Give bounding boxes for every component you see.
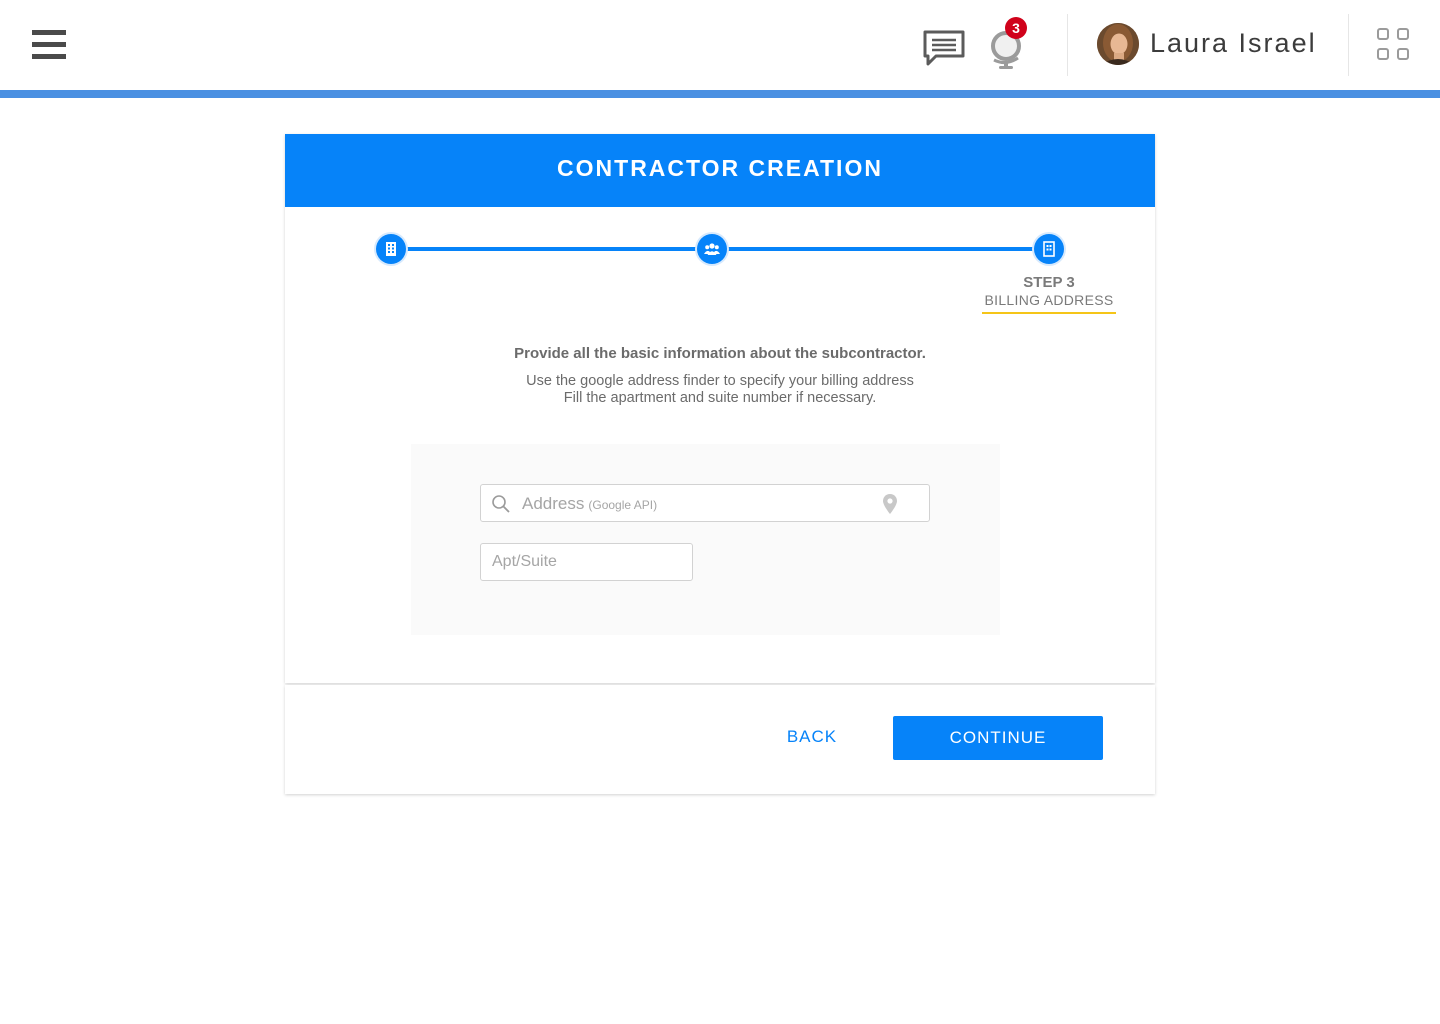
intro-title: Provide all the basic information about … bbox=[514, 345, 926, 362]
address-placeholder-hint: (Google API) bbox=[588, 498, 658, 512]
apt-suite-placeholder: Apt/Suite bbox=[492, 553, 557, 570]
stepper-line bbox=[711, 247, 1049, 251]
continue-button[interactable]: CONTINUE bbox=[893, 716, 1103, 760]
step-1-building-icon[interactable] bbox=[376, 234, 406, 264]
hamburger-menu-icon[interactable] bbox=[32, 30, 66, 60]
header-divider bbox=[1067, 14, 1068, 76]
search-icon bbox=[492, 495, 510, 513]
header-divider bbox=[1348, 14, 1349, 76]
wizard-footer: BACK CONTINUE bbox=[285, 685, 1155, 794]
intro-line: Use the google address finder to specify… bbox=[526, 373, 914, 389]
address-placeholder-text: Address bbox=[522, 494, 585, 513]
apps-grid-icon[interactable] bbox=[1377, 28, 1413, 64]
avatar[interactable] bbox=[1097, 23, 1139, 65]
top-bar-accent bbox=[0, 90, 1440, 98]
current-step-label: STEP 3 BILLING ADDRESS bbox=[965, 274, 1133, 308]
address-placeholder: Address (Google API) bbox=[522, 494, 657, 514]
back-button[interactable]: BACK bbox=[767, 715, 857, 759]
step-name: BILLING ADDRESS bbox=[984, 292, 1114, 308]
step-3-document-icon[interactable] bbox=[1034, 234, 1064, 264]
location-pin-icon[interactable] bbox=[882, 493, 898, 515]
step-number: STEP 3 bbox=[1023, 274, 1075, 291]
top-bar: 3 Laura Israel bbox=[0, 0, 1440, 90]
step-underline bbox=[982, 312, 1116, 314]
step-2-users-icon[interactable] bbox=[697, 234, 727, 264]
user-name[interactable]: Laura Israel bbox=[1150, 28, 1317, 59]
address-input[interactable]: Address (Google API) bbox=[480, 484, 930, 522]
intro-line: Fill the apartment and suite number if n… bbox=[563, 390, 877, 406]
card-title: CONTRACTOR CREATION bbox=[285, 134, 1155, 207]
notification-badge: 3 bbox=[1005, 17, 1027, 39]
contractor-creation-card: CONTRACTOR CREATION STEP 3 BILLING ADDRE… bbox=[285, 134, 1155, 683]
address-form: Address (Google API) Apt/Suite bbox=[411, 444, 1000, 635]
apt-suite-input[interactable]: Apt/Suite bbox=[480, 543, 693, 581]
chat-icon[interactable] bbox=[922, 29, 966, 67]
stepper-line bbox=[391, 247, 711, 251]
